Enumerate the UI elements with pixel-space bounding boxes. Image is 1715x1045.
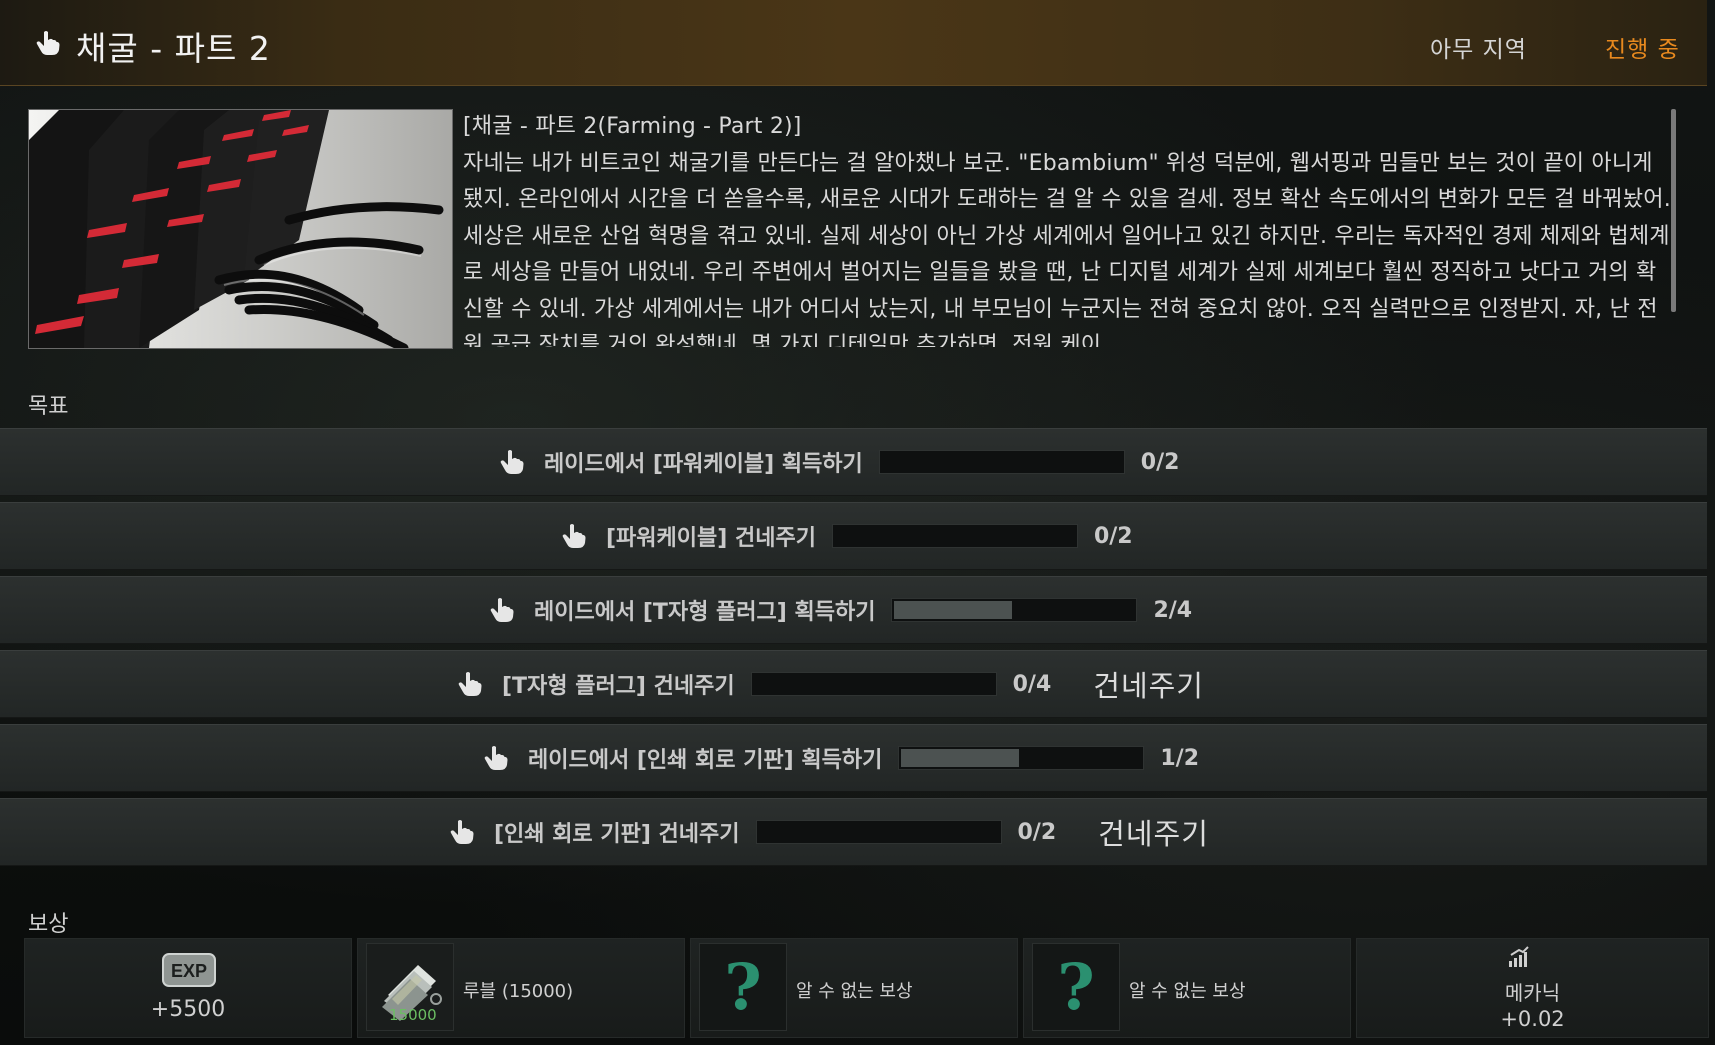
objective-progress-bar: [750, 672, 997, 696]
hand-pointer-icon: [562, 524, 586, 548]
roubles-item-slot[interactable]: 15000: [366, 943, 454, 1031]
quest-title: 채굴 - 파트 2: [76, 29, 271, 68]
quest-description[interactable]: [채굴 - 파트 2(Farming - Part 2)] 자네는 내가 비트코…: [463, 109, 1673, 347]
objective-content: 레이드에서 [파워케이블] 획득하기 0/2: [500, 429, 1179, 495]
objective-content: 레이드에서 [인쇄 회로 기판] 획득하기 1/2: [484, 725, 1199, 791]
objective-row[interactable]: [인쇄 회로 기판] 건네주기 0/2 건네주기: [0, 798, 1707, 866]
objective-count: 0/4: [1012, 671, 1052, 697]
objective-label: 레이드에서 [인쇄 회로 기판] 획득하기: [528, 748, 883, 773]
rewards-heading: 보상: [28, 912, 69, 937]
unknown-reward-label: 알 수 없는 보상: [1129, 981, 1246, 1002]
objective-label: 레이드에서 [T자형 플러그] 획득하기: [534, 600, 876, 625]
description-scrollbar[interactable]: [1671, 109, 1676, 312]
objective-label: [T자형 플러그] 건네주기: [502, 674, 735, 699]
objective-progress-bar: [831, 524, 1078, 548]
objective-count: 0/2: [1093, 523, 1133, 549]
unknown-reward-slot: ?: [1032, 943, 1120, 1031]
objective-row: 레이드에서 [인쇄 회로 기판] 획득하기 1/2: [0, 724, 1707, 792]
reward-unknown-2: ? 알 수 없는 보상: [1023, 938, 1351, 1038]
quest-image: [28, 109, 453, 349]
objective-row[interactable]: [T자형 플러그] 건네주기 0/4 건네주기: [0, 650, 1707, 718]
objective-count: 1/2: [1160, 745, 1200, 771]
objective-label: [파워케이블] 건네주기: [606, 526, 816, 551]
hand-pointer-icon: [500, 450, 524, 474]
objective-progress-bar: [755, 820, 1002, 844]
quest-window: 채굴 - 파트 2 아무 지역 진행 중 [채굴 - 파트 2(Farming …: [0, 0, 1715, 1045]
unknown-reward-label: 알 수 없는 보상: [796, 981, 913, 1002]
quest-location: 아무 지역: [1430, 37, 1527, 63]
objective-label: 레이드에서 [파워케이블] 획득하기: [544, 452, 863, 477]
skill-name: 메카닉: [1504, 981, 1561, 1005]
objective-row: [파워케이블] 건네주기 0/2: [0, 502, 1707, 570]
objective-progress-bar: [891, 598, 1138, 622]
objective-progress-fill: [894, 601, 1013, 619]
hand-over-button[interactable]: 건네주기: [1098, 811, 1209, 853]
quest-description-text: [채굴 - 파트 2(Farming - Part 2)] 자네는 내가 비트코…: [463, 114, 1671, 347]
exp-amount: +5500: [150, 997, 226, 1022]
objective-content: [파워케이블] 건네주기 0/2: [562, 503, 1133, 569]
hand-pointer-icon: [450, 820, 474, 844]
skill-up-icon: [1509, 946, 1529, 967]
reward-exp: EXP +5500: [24, 938, 352, 1038]
hand-pointer-icon: [490, 598, 514, 622]
objective-row: 레이드에서 [T자형 플러그] 획득하기 2/4: [0, 576, 1707, 644]
hand-pointer-icon: [484, 746, 508, 770]
question-mark-icon: ?: [724, 949, 762, 1025]
objective-progress-bar: [898, 746, 1145, 770]
objective-row: 레이드에서 [파워케이블] 획득하기 0/2: [0, 428, 1707, 496]
unknown-reward-slot: ?: [699, 943, 787, 1031]
roubles-stack-count: 15000: [389, 1006, 437, 1024]
objective-count: 0/2: [1140, 449, 1180, 475]
objective-content: [T자형 플러그] 건네주기 0/4 건네주기: [458, 651, 1204, 717]
objective-count: 0/2: [1017, 819, 1057, 845]
reward-skill: 메카닉 +0.02: [1356, 938, 1709, 1038]
hand-pointer-icon: [458, 672, 482, 696]
objective-progress-fill: [901, 749, 1020, 767]
objective-count: 2/4: [1153, 597, 1193, 623]
objective-content: 레이드에서 [T자형 플러그] 획득하기 2/4: [490, 577, 1192, 643]
reward-roubles[interactable]: 15000 루블 (15000): [357, 938, 685, 1038]
objective-label: [인쇄 회로 기판] 건네주기: [494, 822, 740, 847]
roubles-label: 루블 (15000): [463, 981, 574, 1002]
question-mark-icon: ?: [1057, 949, 1095, 1025]
objective-content: [인쇄 회로 기판] 건네주기 0/2 건네주기: [450, 799, 1209, 865]
mining-rig-illustration: [29, 110, 452, 348]
exp-icon: EXP: [162, 953, 216, 987]
exp-badge-text: EXP: [171, 961, 207, 981]
objectives-heading: 목표: [28, 394, 69, 419]
objective-progress-bar: [878, 450, 1125, 474]
quest-status-badge: 진행 중: [1605, 37, 1680, 63]
skill-amount: +0.02: [1500, 1007, 1565, 1031]
hand-over-button[interactable]: 건네주기: [1093, 663, 1204, 705]
quest-header: 채굴 - 파트 2 아무 지역 진행 중: [0, 0, 1707, 86]
reward-unknown-1: ? 알 수 없는 보상: [690, 938, 1018, 1038]
hand-pointer-icon: [36, 31, 60, 55]
